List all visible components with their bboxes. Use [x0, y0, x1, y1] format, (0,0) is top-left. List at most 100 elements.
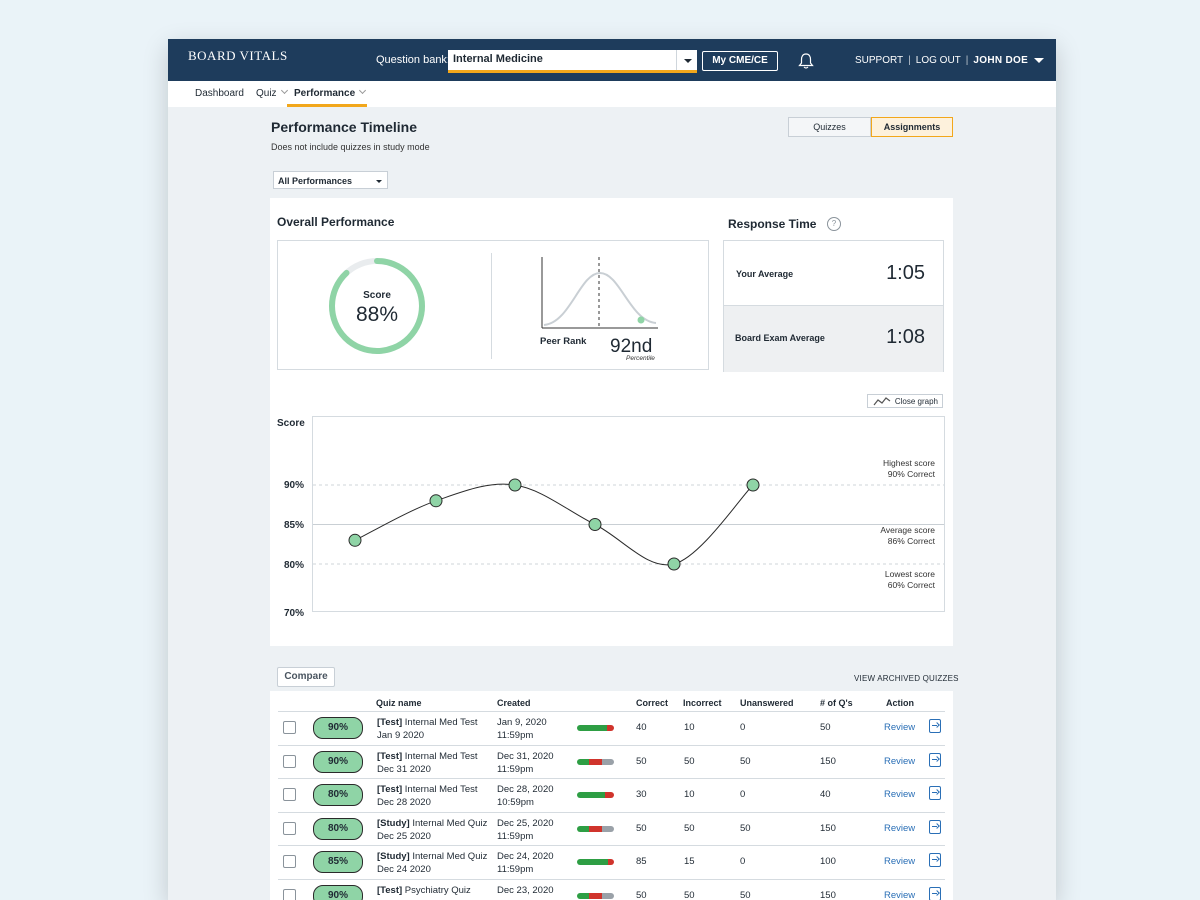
row-checkbox[interactable] — [283, 855, 296, 868]
incorrect-segment — [589, 892, 602, 899]
your-average-value: 1:05 — [886, 262, 925, 284]
quiz-name: Internal Med Quiz — [412, 851, 488, 862]
data-point[interactable] — [429, 494, 443, 508]
open-quiz-icon[interactable] — [929, 853, 941, 867]
overall-performance-title: Overall Performance — [277, 215, 395, 229]
num-questions-cell: 100 — [820, 856, 836, 867]
correct-segment — [577, 725, 607, 731]
highest-score-label: Highest score — [883, 458, 935, 468]
view-archived-link[interactable]: VIEW ARCHIVED QUIZZES — [854, 674, 959, 683]
row-checkbox[interactable] — [283, 721, 296, 734]
table-row: 80% [Test] Internal Med Test Dec 28 2020 De… — [278, 778, 945, 812]
review-link[interactable]: Review — [884, 756, 915, 767]
open-quiz-icon[interactable] — [929, 752, 941, 767]
num-questions-cell: 40 — [820, 789, 831, 800]
correct-segment — [577, 758, 590, 765]
average-score-label: Average score — [880, 525, 935, 535]
score-pill: 90% — [313, 750, 363, 773]
correct-segment — [577, 892, 590, 899]
board-average-row: Board Exam Average 1:08 — [724, 305, 943, 372]
col-incorrect[interactable]: Incorrect — [683, 698, 722, 708]
result-bar — [577, 792, 614, 798]
open-quiz-icon[interactable] — [929, 719, 941, 733]
review-link[interactable]: Review — [884, 722, 915, 733]
quiz-name-cell[interactable]: [Study] Internal Med Quiz Dec 24 2020 — [377, 850, 487, 876]
col-unanswered[interactable]: Unanswered — [740, 698, 794, 708]
data-point[interactable] — [508, 478, 522, 492]
review-link[interactable]: Review — [884, 890, 915, 900]
y-tick: 70% — [284, 608, 305, 619]
quiz-name-cell[interactable]: [Test] Internal Med Test Jan 9 2020 — [377, 716, 478, 742]
quiz-name-cell[interactable]: [Study] Internal Med Quiz Dec 25 2020 — [377, 817, 487, 843]
close-graph-button[interactable]: Close graph — [867, 394, 943, 408]
created-cell: Dec 23, 2020 — [497, 884, 554, 897]
num-questions-cell: 150 — [820, 755, 836, 767]
row-checkbox[interactable] — [283, 754, 296, 768]
quiz-name-cell[interactable]: [Test] Internal Med Test Dec 31 2020 — [377, 750, 478, 776]
y-tick: 80% — [284, 560, 305, 571]
caret-down-icon[interactable] — [1034, 57, 1045, 63]
created-cell: Jan 9, 2020 11:59pm — [497, 716, 547, 742]
tab-assignments[interactable]: Assignments — [871, 117, 953, 137]
quiz-name: Internal Med Test — [404, 784, 478, 795]
nav-dashboard[interactable]: Dashboard — [195, 88, 244, 99]
page-subtitle: Does not include quizzes in study mode — [271, 142, 430, 152]
row-checkbox[interactable] — [283, 821, 296, 835]
bell-icon[interactable] — [797, 52, 815, 70]
open-quiz-icon[interactable] — [929, 786, 941, 800]
col-created[interactable]: Created — [497, 698, 531, 708]
open-quiz-icon[interactable] — [929, 819, 941, 834]
unanswered-segment — [601, 825, 614, 832]
col-correct[interactable]: Correct — [636, 698, 668, 708]
result-bar — [577, 892, 614, 899]
compare-button[interactable]: Compare — [277, 667, 335, 687]
col-num-questions[interactable]: # of Q's — [820, 698, 853, 708]
logout-link[interactable]: LOG OUT — [916, 55, 961, 66]
brand-logo[interactable]: BOARD VITALS — [188, 48, 288, 64]
review-link[interactable]: Review — [884, 789, 915, 800]
nav-quiz[interactable]: Quiz — [256, 86, 288, 99]
row-checkbox[interactable] — [283, 888, 296, 900]
incorrect-cell: 10 — [684, 722, 695, 733]
data-point[interactable] — [588, 518, 602, 531]
result-bar — [577, 825, 614, 832]
correct-cell: 85 — [636, 856, 647, 867]
review-link[interactable]: Review — [884, 856, 915, 867]
created-cell: Dec 28, 2020 10:59pm — [497, 783, 554, 809]
created-cell: Dec 31, 2020 11:59pm — [497, 750, 554, 776]
quiz-name: Internal Med Test — [404, 750, 478, 762]
question-bank-select[interactable]: Internal Medicine — [448, 50, 697, 73]
correct-segment — [577, 859, 609, 865]
review-link[interactable]: Review — [884, 823, 915, 834]
support-link[interactable]: SUPPORT — [855, 55, 903, 66]
correct-segment — [577, 792, 605, 798]
performance-filter-select[interactable]: All Performances — [273, 171, 388, 189]
data-point[interactable] — [746, 478, 760, 492]
percentile-label: Percentile — [626, 355, 655, 362]
score-pill: 85% — [313, 851, 363, 873]
user-menu[interactable]: JOHN DOE — [973, 55, 1028, 66]
row-checkbox[interactable] — [283, 788, 296, 801]
created-time: 10:59pm — [497, 797, 534, 808]
data-point[interactable] — [667, 557, 681, 571]
quiz-name-cell[interactable]: [Test] Psychiatry Quiz — [377, 884, 471, 897]
data-point[interactable] — [348, 533, 362, 547]
col-quiz-name[interactable]: Quiz name — [376, 698, 422, 708]
help-icon[interactable]: ? — [827, 217, 841, 231]
line-chart-icon — [873, 397, 891, 406]
my-cme-button[interactable]: My CME/CE — [702, 51, 778, 71]
nav-performance[interactable]: Performance — [294, 86, 367, 99]
quiz-name-cell[interactable]: [Test] Internal Med Test Dec 28 2020 — [377, 783, 478, 809]
created-cell: Dec 24, 2020 11:59pm — [497, 850, 554, 876]
unanswered-cell: 50 — [740, 889, 751, 900]
num-questions-cell: 150 — [820, 889, 836, 900]
quiz-date: Jan 9 2020 — [377, 730, 425, 741]
divider — [491, 253, 492, 359]
tab-quizzes[interactable]: Quizzes — [788, 117, 871, 137]
created-time: 11:59pm — [497, 864, 534, 875]
chevron-down-icon[interactable] — [676, 50, 697, 70]
table-row: 90% [Test] Psychiatry Quiz Dec 23, 2020 50 5… — [278, 878, 945, 900]
created-date: Dec 28, 2020 — [497, 784, 554, 795]
open-quiz-icon[interactable] — [929, 886, 941, 900]
graph-y-label: Score — [277, 418, 305, 429]
